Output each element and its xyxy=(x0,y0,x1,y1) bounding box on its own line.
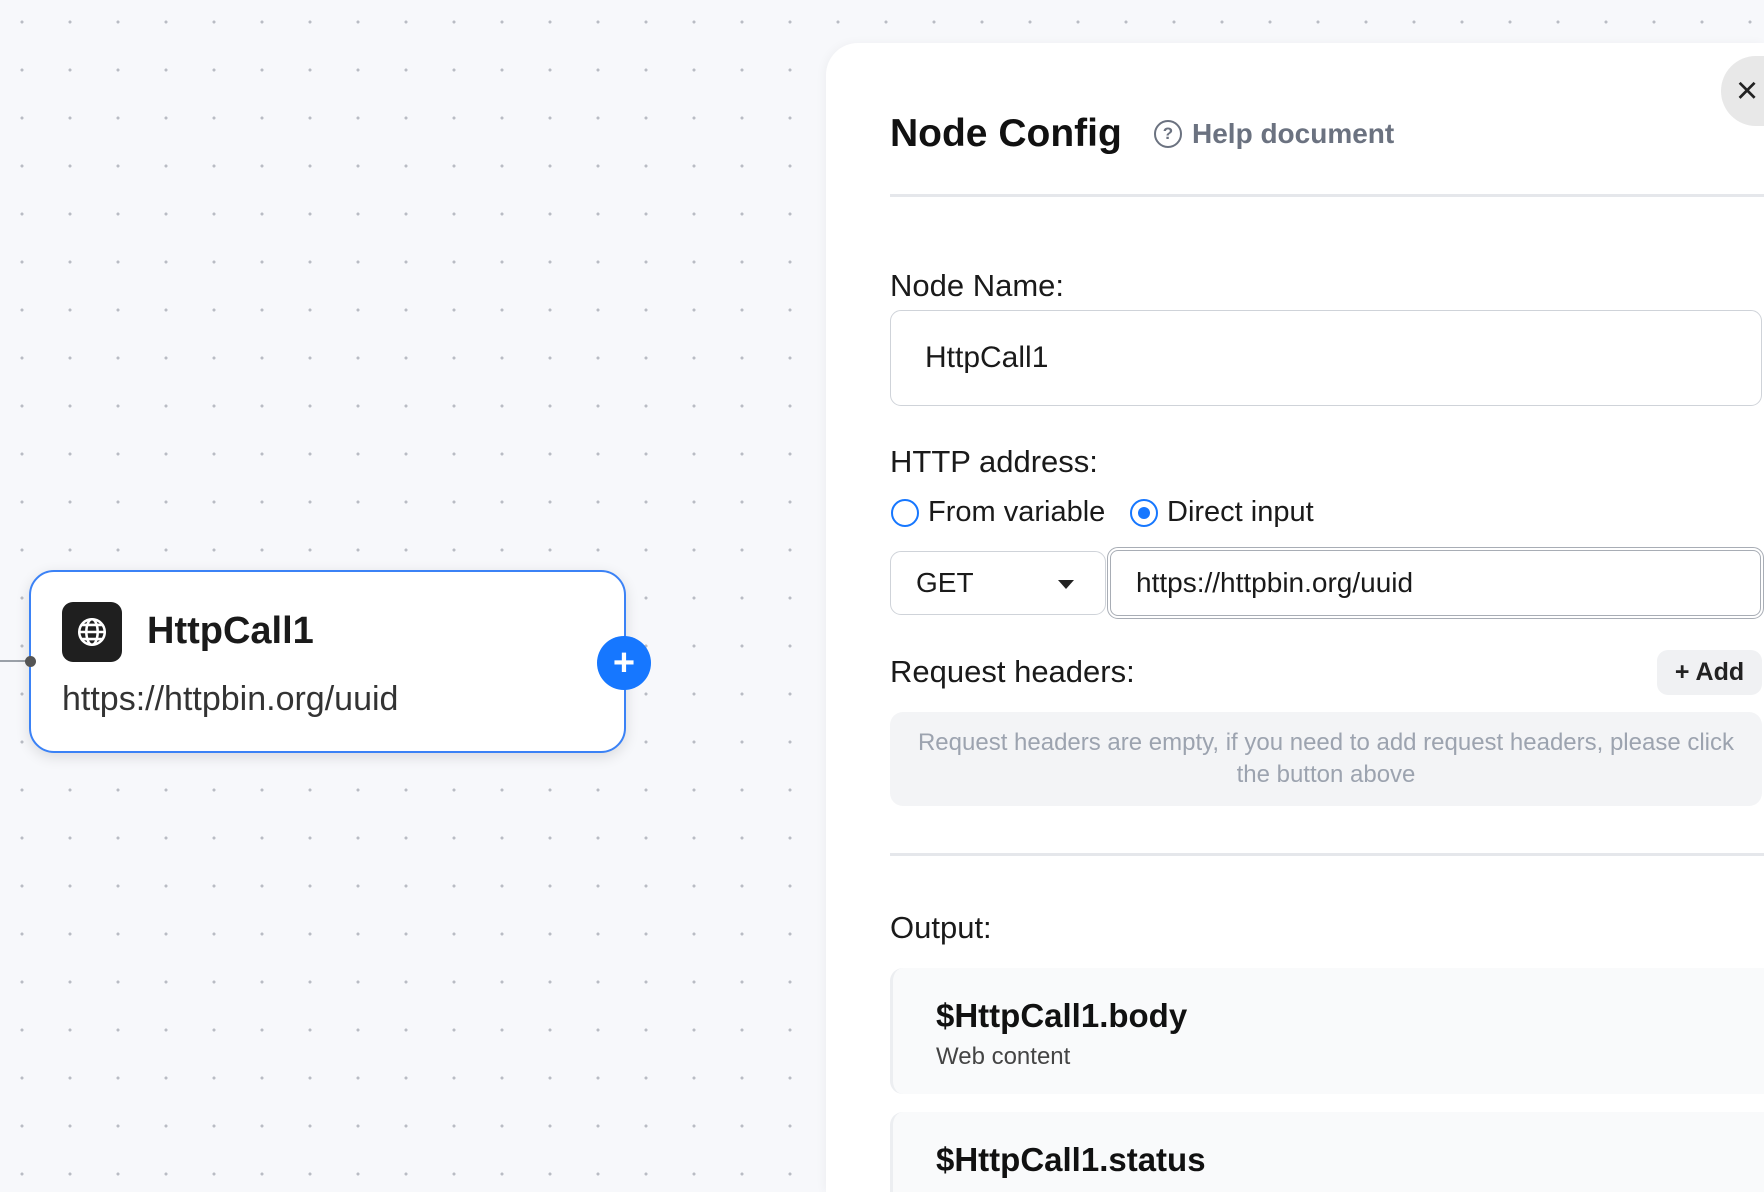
http-node[interactable]: HttpCall1 https://httpbin.org/uuid xyxy=(29,570,626,753)
add-node-button[interactable]: + xyxy=(597,636,651,690)
divider xyxy=(890,853,1764,856)
input-handle[interactable] xyxy=(25,656,36,667)
url-input[interactable]: https://httpbin.org/uuid xyxy=(1107,547,1764,619)
panel-title: Node Config xyxy=(890,112,1122,155)
radio-from-variable[interactable]: From variable xyxy=(891,496,1105,529)
headers-empty-state: Request headers are empty, if you need t… xyxy=(890,712,1762,806)
output-item: $HttpCall1.status xyxy=(890,1112,1764,1192)
radio-direct-input[interactable]: Direct input xyxy=(1130,496,1314,529)
output-name: $HttpCall1.status xyxy=(936,1141,1206,1178)
output-item: $HttpCall1.body Web content xyxy=(890,968,1764,1094)
divider xyxy=(890,194,1764,197)
radio-circle-checked xyxy=(1130,498,1158,527)
radio-label: From variable xyxy=(928,496,1106,528)
http-address-label: HTTP address: xyxy=(890,444,1098,479)
help-document-link[interactable]: ? Help document xyxy=(1154,118,1394,150)
node-url: https://httpbin.org/uuid xyxy=(62,680,399,718)
question-icon: ? xyxy=(1154,120,1182,148)
node-name-label: Node Name: xyxy=(890,268,1065,303)
radio-circle xyxy=(891,498,919,527)
add-header-button[interactable]: + Add xyxy=(1657,650,1762,695)
node-title: HttpCall1 xyxy=(147,610,314,652)
radio-label: Direct input xyxy=(1167,496,1314,528)
globe-icon xyxy=(62,602,122,662)
caret-down-icon xyxy=(1058,580,1074,589)
help-label: Help document xyxy=(1192,118,1395,149)
node-name-input[interactable]: HttpCall1 xyxy=(890,310,1762,406)
output-name: $HttpCall1.body xyxy=(936,997,1188,1034)
workflow-canvas[interactable]: HttpCall1 https://httpbin.org/uuid + × N… xyxy=(0,0,1764,1192)
output-label: Output: xyxy=(890,910,992,945)
request-headers-label: Request headers: xyxy=(890,654,1135,689)
output-desc: Web content xyxy=(936,1043,1071,1070)
